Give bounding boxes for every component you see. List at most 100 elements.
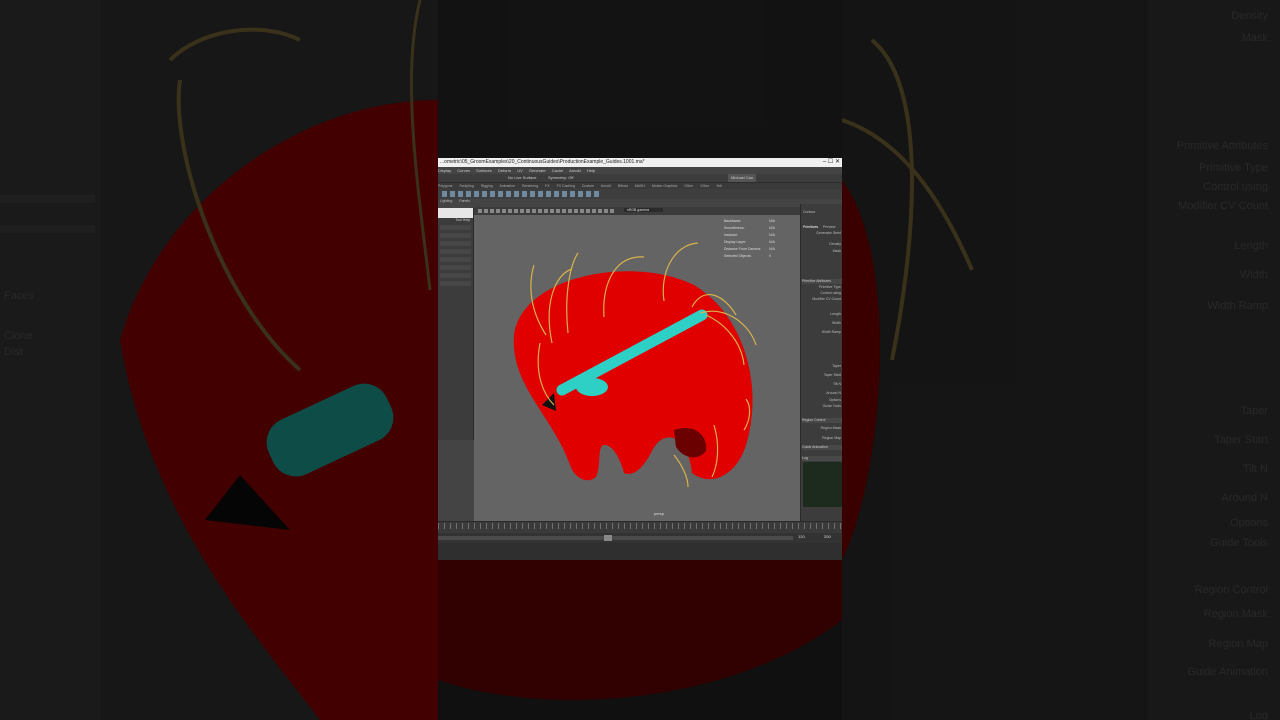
shelf-tool-icon[interactable] — [530, 191, 535, 197]
shelf-tab[interactable]: Animation — [499, 184, 515, 188]
shelf-tool-icon[interactable] — [586, 191, 591, 197]
tool-setting-row[interactable] — [440, 273, 471, 278]
menu-help[interactable]: Help — [587, 168, 595, 173]
viewport-tool-icon[interactable] — [490, 209, 494, 213]
shelf-tool-icon[interactable] — [522, 191, 527, 197]
viewport-tool-icon[interactable] — [544, 209, 548, 213]
tool-setting-row[interactable] — [440, 233, 471, 238]
tool-setting-row[interactable] — [440, 265, 471, 270]
viewport-tool-icon[interactable] — [604, 209, 608, 213]
shelf-tab[interactable]: Yeti — [716, 184, 722, 188]
shelf-tool-icon[interactable] — [578, 191, 583, 197]
shelf-tab[interactable]: FX Caching — [557, 184, 575, 188]
menu-uv[interactable]: UV — [517, 168, 523, 173]
viewport-tool-icon[interactable] — [580, 209, 584, 213]
viewport-tool-icon[interactable] — [586, 209, 590, 213]
time-ticks — [438, 523, 842, 529]
menu-cache[interactable]: Cache — [552, 168, 564, 173]
menu-display[interactable]: Display — [438, 168, 451, 173]
shelf-tool-icon[interactable] — [538, 191, 543, 197]
shelf-tool-icon[interactable] — [514, 191, 519, 197]
shelf-tool-icon[interactable] — [474, 191, 479, 197]
shelf-tool-icon[interactable] — [442, 191, 447, 197]
range-slider[interactable]: 120 200 — [438, 533, 842, 543]
field-control-using: Control using — [820, 291, 841, 295]
shelf-tab[interactable]: XGen — [700, 184, 709, 188]
user-account[interactable]: Michael Cau — [728, 174, 757, 182]
menu-surfaces[interactable]: Surfaces — [476, 168, 492, 173]
shelf-tool-icon[interactable] — [482, 191, 487, 197]
shelf-tab[interactable]: Custom — [582, 184, 594, 188]
shelf-tab[interactable]: Sculpting — [459, 184, 473, 188]
viewport-tool-icon[interactable] — [508, 209, 512, 213]
tab-primitives[interactable]: Primitives — [803, 225, 818, 229]
tool-setting-row[interactable] — [440, 257, 471, 262]
tool-setting-row[interactable] — [440, 241, 471, 246]
section-guide-animation[interactable]: Guide Animation — [802, 445, 842, 450]
viewport-tool-icon[interactable] — [592, 209, 596, 213]
field-width-ramp: Width Ramp — [821, 330, 841, 334]
viewport-tool-icon[interactable] — [484, 209, 488, 213]
viewport-tool-icon[interactable] — [520, 209, 524, 213]
viewport-tool-icon[interactable] — [478, 209, 482, 213]
tab-preview[interactable]: Preview — [823, 225, 835, 229]
3d-viewport[interactable]: persp Backfaces: N/A Smoothness: N/A Insta… — [474, 215, 800, 521]
shelf-tool-icon[interactable] — [450, 191, 455, 197]
viewport-tool-icon[interactable] — [556, 209, 560, 213]
menu-deform[interactable]: Deform — [498, 168, 511, 173]
viewport-tool-icon[interactable] — [598, 209, 602, 213]
range-end[interactable]: 200 — [824, 534, 831, 539]
menu-curves[interactable]: Curves — [457, 168, 470, 173]
shelf-tool-icon[interactable] — [546, 191, 551, 197]
shelf-tab[interactable]: Polygons — [438, 184, 452, 188]
viewport-tool-icon[interactable] — [610, 209, 614, 213]
color-management-field[interactable]: sRGB gamma — [624, 208, 663, 212]
viewport-tool-icon[interactable] — [538, 209, 542, 213]
window-controls[interactable]: – ☐ ✕ — [823, 158, 840, 167]
live-surface-field[interactable]: No Live Surface — [508, 174, 536, 182]
viewport-tool-icon[interactable] — [514, 209, 518, 213]
viewport-tool-icon[interactable] — [532, 209, 536, 213]
tool-setting-row[interactable] — [440, 281, 471, 286]
shelf-tab[interactable]: Arnold — [601, 184, 611, 188]
viewport-tool-icon[interactable] — [574, 209, 578, 213]
shelf-tab[interactable]: MASH — [635, 184, 645, 188]
viewport-tool-icon[interactable] — [496, 209, 500, 213]
shelf-tab[interactable]: XGen — [684, 184, 693, 188]
menu-panels[interactable]: Panels — [459, 199, 470, 203]
viewport-tool-icon[interactable] — [550, 209, 554, 213]
shelf-tab[interactable]: Bifrost — [618, 184, 628, 188]
menu-generate[interactable]: Generate — [529, 168, 546, 173]
tool-setting-row[interactable] — [440, 249, 471, 254]
shelf-tab[interactable]: FX — [545, 184, 549, 188]
section-log[interactable]: Log — [802, 456, 842, 461]
head-mesh[interactable] — [513, 271, 753, 481]
shelf-tool-icon[interactable] — [458, 191, 463, 197]
shelf-tool-icon[interactable] — [466, 191, 471, 197]
shelf-tool-icon[interactable] — [562, 191, 567, 197]
shelf-tool-icon[interactable] — [498, 191, 503, 197]
range-bar[interactable] — [438, 536, 793, 540]
hud-label: Distance From Camera: — [724, 247, 762, 251]
shelf-tool-icon[interactable] — [570, 191, 575, 197]
command-line[interactable] — [438, 543, 842, 560]
tool-setting-row[interactable] — [440, 225, 471, 230]
viewport-tool-icon[interactable] — [562, 209, 566, 213]
shelf-tool-icon[interactable] — [490, 191, 495, 197]
range-thumb[interactable] — [604, 535, 612, 541]
shelf-tool-icon[interactable] — [554, 191, 559, 197]
shelf-tool-icon[interactable] — [594, 191, 599, 197]
shelf-tab[interactable]: Rigging — [481, 184, 493, 188]
viewport-tool-icon[interactable] — [502, 209, 506, 213]
viewport-tool-icon[interactable] — [526, 209, 530, 213]
viewport-tool-icon[interactable] — [568, 209, 572, 213]
symmetry-field[interactable]: Symmetry: Off — [548, 174, 573, 182]
section-region-control[interactable]: Region Control — [802, 418, 842, 423]
section-primitive-attributes[interactable]: Primitive Attributes — [802, 279, 842, 284]
menu-lighting[interactable]: Lighting — [440, 199, 452, 203]
shelf-tool-icon[interactable] — [506, 191, 511, 197]
menu-arnold[interactable]: Arnold — [569, 168, 581, 173]
range-start[interactable]: 120 — [798, 534, 805, 539]
shelf-tab[interactable]: Rendering — [522, 184, 538, 188]
shelf-tab[interactable]: Motion Graphics — [652, 184, 677, 188]
